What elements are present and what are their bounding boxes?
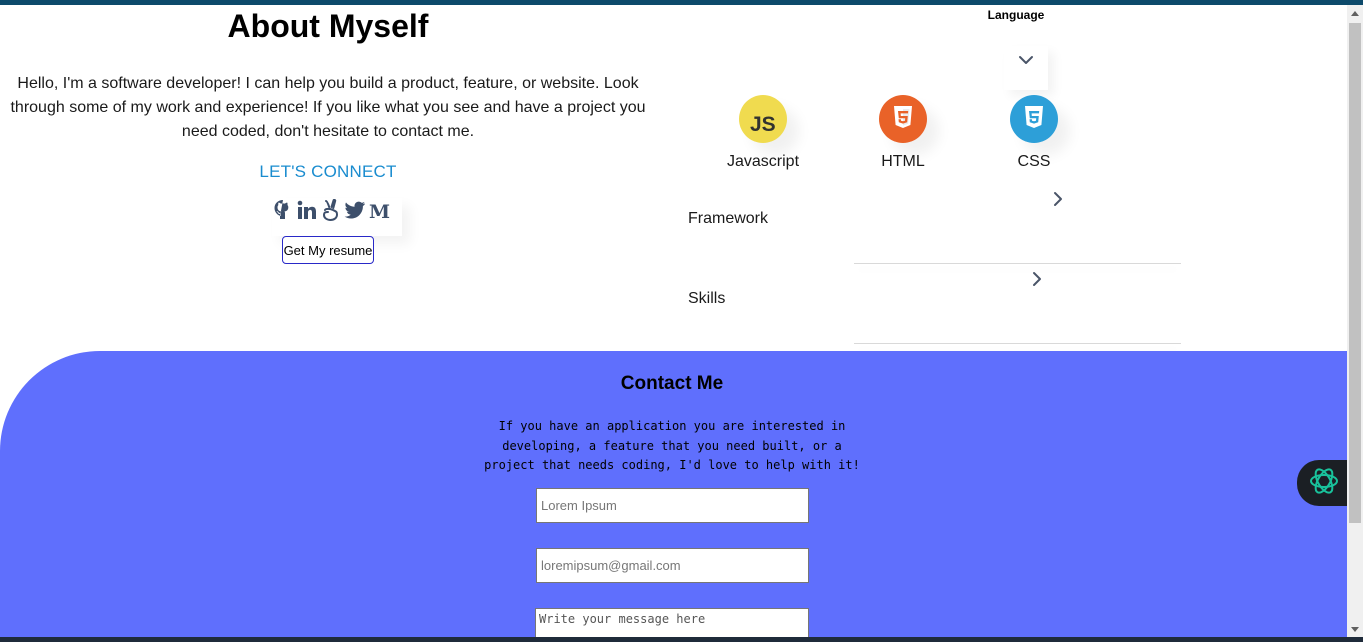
social-links: M bbox=[272, 198, 402, 236]
contact-description: If you have an application you are inter… bbox=[484, 419, 860, 472]
language-label: HTML bbox=[881, 153, 925, 170]
chevron-right-icon bbox=[1032, 271, 1042, 292]
framework-row-label: Framework bbox=[688, 210, 769, 227]
language-item-javascript: JS Javascript bbox=[713, 95, 813, 171]
framework-expand-toggle[interactable] bbox=[1043, 186, 1073, 216]
svg-text:M: M bbox=[369, 201, 390, 220]
chevron-down-icon bbox=[1018, 52, 1034, 90]
name-field[interactable] bbox=[536, 488, 809, 523]
linkedin-icon[interactable] bbox=[296, 198, 318, 222]
language-label: CSS bbox=[1017, 153, 1051, 170]
contact-title: Contact Me bbox=[620, 373, 724, 394]
get-resume-button[interactable]: Get My resume bbox=[282, 236, 374, 264]
css3-icon bbox=[1010, 95, 1058, 143]
scroll-up-arrow[interactable] bbox=[1347, 5, 1363, 21]
skills-expand-toggle[interactable] bbox=[1022, 266, 1052, 296]
contact-section: Contact Me If you have an application yo… bbox=[0, 351, 1347, 637]
svg-text:JS: JS bbox=[750, 113, 776, 136]
message-field[interactable] bbox=[535, 608, 809, 637]
openai-logo-icon bbox=[1307, 464, 1341, 503]
angellist-icon[interactable] bbox=[320, 198, 342, 222]
html5-icon bbox=[879, 95, 927, 143]
chevron-right-icon bbox=[1053, 191, 1063, 212]
language-item-html: HTML bbox=[853, 95, 953, 171]
language-heading: Language bbox=[987, 8, 1045, 22]
github-icon[interactable] bbox=[272, 198, 294, 222]
about-description: Hello, I'm a software developer! I can h… bbox=[10, 75, 646, 140]
twitter-icon[interactable] bbox=[344, 198, 366, 222]
language-collapse-toggle[interactable] bbox=[1004, 46, 1048, 90]
scroll-thumb[interactable] bbox=[1349, 23, 1361, 523]
lets-connect-heading: LET'S CONNECT bbox=[259, 162, 397, 181]
browser-top-bar bbox=[0, 0, 1363, 5]
skills-divider bbox=[854, 343, 1181, 344]
page-scrollbar[interactable] bbox=[1347, 5, 1363, 637]
browser-bottom-bar bbox=[0, 637, 1363, 642]
javascript-icon: JS bbox=[739, 95, 787, 143]
framework-divider bbox=[854, 263, 1181, 264]
page-title: About Myself bbox=[227, 8, 429, 44]
scroll-down-arrow[interactable] bbox=[1347, 621, 1363, 637]
email-field[interactable] bbox=[536, 548, 809, 583]
language-item-css: CSS bbox=[984, 95, 1084, 171]
skills-row-label: Skills bbox=[688, 290, 726, 307]
language-label: Javascript bbox=[726, 153, 800, 170]
medium-icon[interactable]: M bbox=[368, 198, 390, 222]
